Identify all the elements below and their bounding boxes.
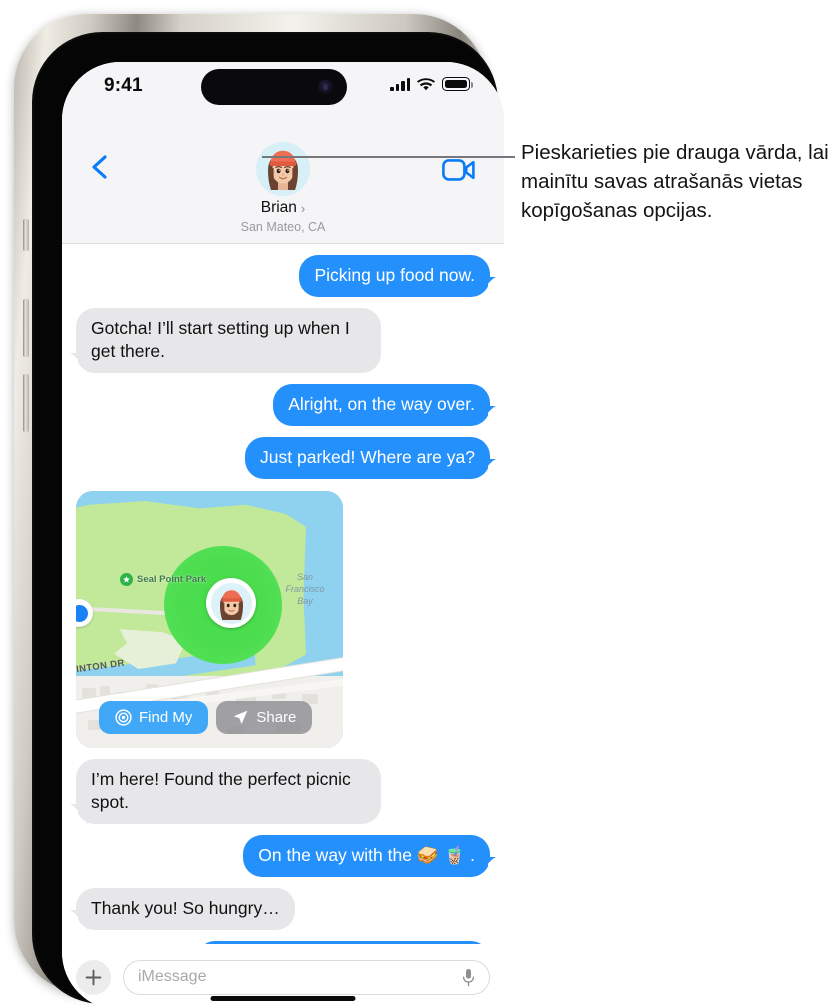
message-bubble-outgoing[interactable]: Picking up food now. xyxy=(299,255,498,297)
message-bubble-outgoing[interactable]: Alright, on the way over. xyxy=(273,384,498,426)
message-bubble-outgoing[interactable]: On the way with the 🥪 🧋 . xyxy=(243,835,498,877)
plus-icon xyxy=(85,969,102,985)
video-camera-icon[interactable] xyxy=(442,158,476,182)
message-row: Seal Point Park San Francisco Bay INTON DR xyxy=(62,491,504,748)
park-pin-icon xyxy=(120,573,133,586)
cellular-bars-icon xyxy=(390,77,410,91)
screenshot-root: 9:41 Brian › San Mateo, CA Picking up fo… xyxy=(0,0,835,1008)
message-row: I’m here! Found the perfect picnic spot. xyxy=(62,759,504,824)
dynamic-island xyxy=(201,69,347,105)
find-my-label: Find My xyxy=(139,709,193,726)
message-input-field[interactable]: iMessage xyxy=(123,959,490,995)
message-row: Picking up food now. xyxy=(62,255,504,297)
status-bar: 9:41 xyxy=(62,62,504,116)
message-row: Gotcha! I’ll start setting up when I get… xyxy=(62,308,504,373)
share-arrow-icon xyxy=(234,710,248,725)
contact-name-button[interactable]: Brian › xyxy=(261,199,306,217)
map-action-buttons: Find My Share xyxy=(99,701,313,734)
battery-full-icon xyxy=(442,77,474,91)
message-row: Alright, on the way over. xyxy=(62,384,504,426)
share-button[interactable]: Share xyxy=(216,701,313,734)
callout-leader-line xyxy=(262,156,515,158)
message-bubble-incoming[interactable]: Gotcha! I’ll start setting up when I get… xyxy=(68,308,381,373)
memoji-location-pin[interactable] xyxy=(206,578,256,628)
conversation-header: Brian › San Mateo, CA xyxy=(62,116,504,244)
phone-screen: 9:41 Brian › San Mateo, CA Picking up fo… xyxy=(62,62,504,1008)
add-attachment-button[interactable] xyxy=(76,959,111,995)
microphone-icon[interactable] xyxy=(462,968,475,987)
status-time: 9:41 xyxy=(104,75,143,96)
message-row: Just parked! Where are ya? xyxy=(62,437,504,479)
home-indicator[interactable] xyxy=(210,995,356,1001)
wifi-icon xyxy=(417,77,435,90)
front-camera-icon xyxy=(318,79,333,95)
message-row: On the way with the 🥪 🧋 . xyxy=(62,835,504,877)
share-label: Share xyxy=(256,709,297,726)
map-poi-label: Seal Point Park xyxy=(137,574,207,585)
action-button[interactable] xyxy=(23,219,29,251)
message-bubble-incoming[interactable]: I’m here! Found the perfect picnic spot. xyxy=(68,759,381,824)
memoji-avatar xyxy=(256,142,310,196)
find-my-button[interactable]: Find My xyxy=(99,701,209,734)
message-row: Thank you! So hungry… xyxy=(62,888,504,930)
contact-name-label: Brian xyxy=(260,199,297,216)
volume-up-button[interactable] xyxy=(23,299,29,357)
chevron-right-icon: › xyxy=(300,200,306,216)
back-chevron-icon[interactable] xyxy=(88,154,114,180)
message-bubble-outgoing[interactable]: Just parked! Where are ya? xyxy=(245,437,498,479)
iphone-frame: 9:41 Brian › San Mateo, CA Picking up fo… xyxy=(14,14,504,1008)
contact-avatar[interactable] xyxy=(256,142,310,196)
map-poi-seal-point-park: Seal Point Park xyxy=(120,573,206,586)
map-bay-label: San Francisco Bay xyxy=(285,572,325,606)
message-input-placeholder: iMessage xyxy=(138,968,207,985)
phone-bezel: 9:41 Brian › San Mateo, CA Picking up fo… xyxy=(32,32,504,1008)
message-list[interactable]: Picking up food now. Gotcha! I’ll start … xyxy=(62,244,504,998)
findmy-radar-icon xyxy=(115,709,132,726)
message-bubble-incoming[interactable]: Thank you! So hungry… xyxy=(68,888,295,930)
callout-text: Pieskarieties pie drauga vārda, lai main… xyxy=(521,141,829,222)
contact-location-label: San Mateo, CA xyxy=(240,220,326,234)
volume-down-button[interactable] xyxy=(23,374,29,432)
status-indicators xyxy=(390,77,474,91)
location-map-card[interactable]: Seal Point Park San Francisco Bay INTON DR xyxy=(76,491,343,748)
